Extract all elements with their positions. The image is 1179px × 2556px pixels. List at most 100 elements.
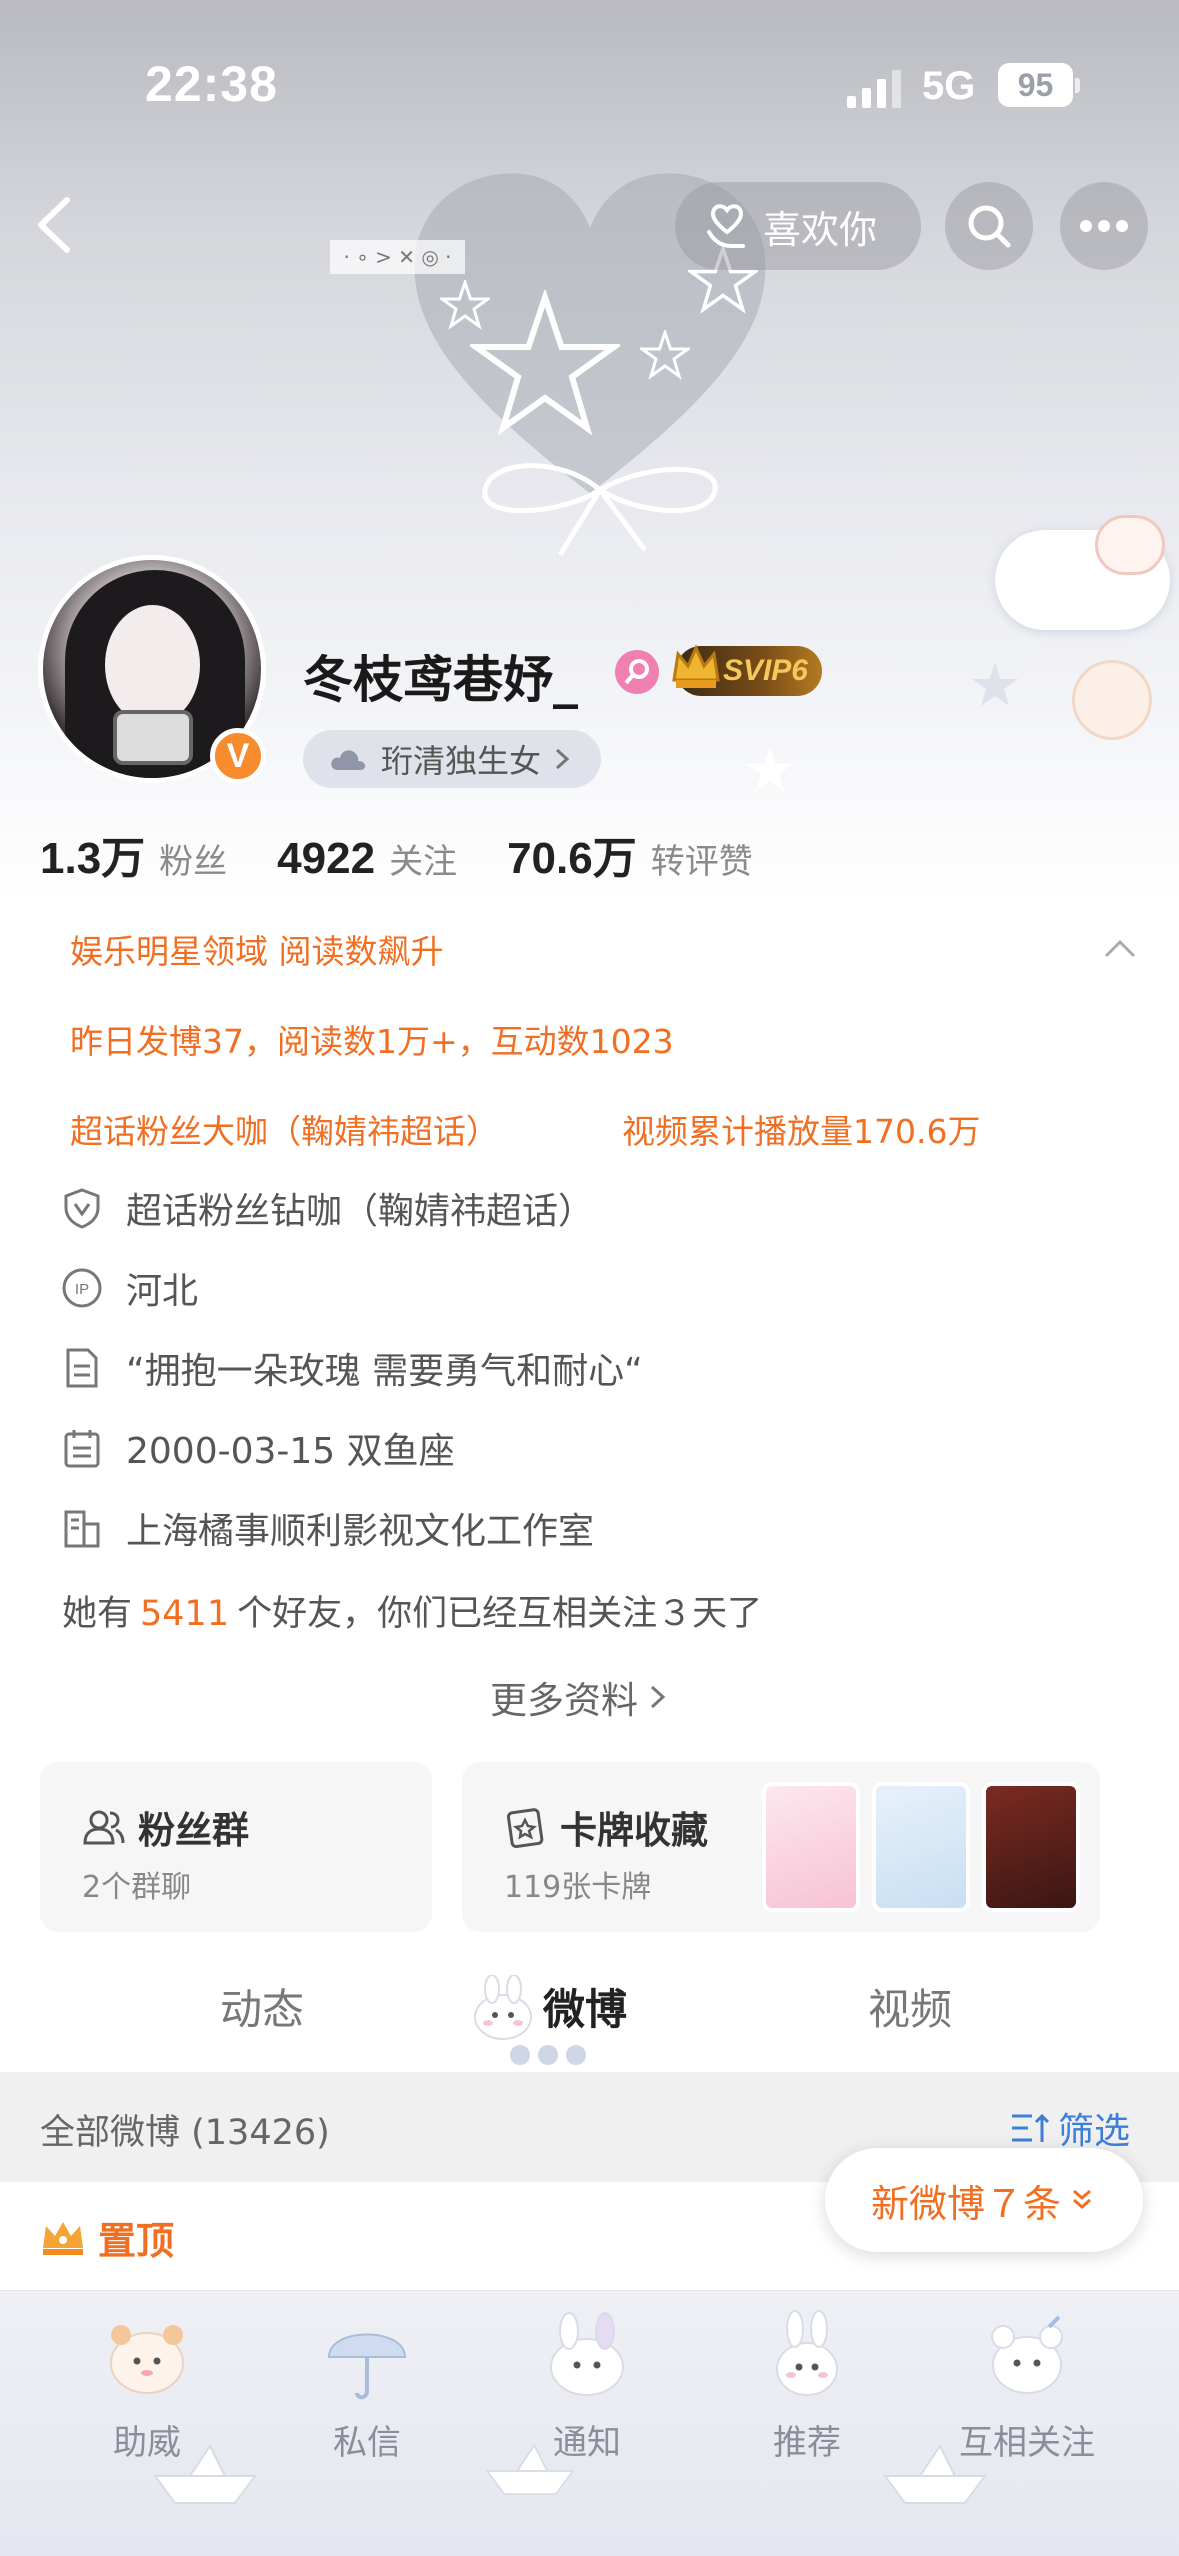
fan-group-card[interactable]: 粉丝群 2个群聊 — [40, 1762, 432, 1932]
nav-label: 私信 — [333, 2423, 401, 2463]
avatar-face — [105, 605, 200, 725]
tab-weibo[interactable]: 微博 — [543, 1976, 627, 2037]
status-time: 22:38 — [145, 56, 278, 112]
search-icon — [968, 205, 1011, 248]
bunny-mascot-icon — [550, 2312, 624, 2396]
signal-icon — [847, 70, 901, 108]
people-icon — [83, 1810, 125, 1845]
stat-fans[interactable]: 1.3万 粉丝 — [40, 822, 227, 886]
chevron-right-icon — [556, 748, 570, 770]
stat-label: 粉丝 — [159, 842, 228, 882]
more-button[interactable] — [1060, 182, 1148, 270]
building-icon — [64, 1510, 100, 1548]
friends-prefix: 她有 — [62, 1594, 133, 1634]
pinned-section: 置顶 — [40, 2210, 174, 2265]
female-gender-icon — [615, 650, 659, 694]
star-decoration — [440, 280, 490, 330]
filter-label: 筛选 — [1058, 2111, 1131, 2152]
friends-count[interactable]: 5411 — [140, 1594, 229, 1634]
new-posts-label: 新微博７条 — [870, 2181, 1061, 2226]
ip-location-icon: IP — [62, 1268, 102, 1308]
stat-number: 1.3万 — [40, 834, 146, 883]
stat-label: 关注 — [389, 842, 458, 882]
info-ip-text: 河北 — [126, 1271, 199, 1312]
profile-tag-label: 珩清独生女 — [381, 742, 542, 780]
bottom-navigation: 助威 私信 通知 推荐 互相关注 — [0, 2290, 1179, 2556]
tab-dynamic[interactable]: 动态 — [220, 1976, 304, 2037]
nav-label: 助威 — [113, 2423, 181, 2463]
chevron-right-icon — [650, 1685, 666, 1709]
umbrella-mascot-icon — [327, 2333, 407, 2400]
card-collection-card[interactable]: 卡牌收藏 119张卡牌 — [462, 1762, 1100, 1932]
card-thumbnail[interactable] — [982, 1782, 1080, 1912]
new-posts-button[interactable]: 新微博７条 — [825, 2148, 1143, 2252]
nav-cheer[interactable]: 助威 — [62, 2307, 232, 2464]
pinned-label: 置顶 — [98, 2219, 175, 2263]
hamster-sticker — [1072, 660, 1152, 740]
nav-mutual-follow[interactable]: 互相关注 — [942, 2307, 1112, 2464]
chevron-up-icon — [1104, 939, 1136, 958]
fan-group-label: 粉丝群 — [138, 1809, 249, 1852]
info-bio: “拥抱一朵玫瑰 需要勇气和耐心“ — [60, 1342, 643, 1394]
svip-label: SVIP6 — [722, 654, 808, 687]
tab-indicator — [510, 2045, 586, 2065]
back-button[interactable] — [25, 190, 85, 260]
tab-video[interactable]: 视频 — [868, 1976, 952, 2037]
info-bio-text: “拥抱一朵玫瑰 需要勇气和耐心“ — [126, 1351, 643, 1392]
all-weibo-count[interactable]: 全部微博 (13426) — [40, 2104, 330, 2155]
nav-recommend[interactable]: 推荐 — [722, 2307, 892, 2464]
stat-following[interactable]: 4922 关注 — [277, 834, 457, 884]
profile-tag[interactable]: 珩清独生女 — [303, 730, 602, 788]
calendar-icon — [64, 1430, 100, 1468]
chevron-left-icon — [38, 197, 70, 253]
svip-badge[interactable]: SVIP6 — [672, 644, 822, 696]
status-bar: 22:38 5G 95 — [0, 0, 1179, 160]
collapse-button[interactable] — [1100, 928, 1140, 968]
ribbon-decoration — [482, 463, 718, 557]
info-company: 上海橘事顺利影视文化工作室 — [60, 1502, 594, 1554]
filter-icon — [1012, 2113, 1050, 2142]
star-decoration — [470, 290, 620, 436]
crown-icon — [672, 644, 720, 688]
like-you-button[interactable]: 喜欢你 — [675, 182, 921, 270]
super-fan-highlight: 超话粉丝大咖（鞠婧祎超话） — [70, 1112, 499, 1151]
stat-interactions[interactable]: 70.6万 转评赞 — [507, 822, 753, 886]
avatar-camera — [113, 710, 193, 765]
info-diamond-fan: 超话粉丝钻咖（鞠婧祎超话） — [60, 1182, 594, 1234]
card-thumbnail[interactable] — [872, 1782, 970, 1912]
svg-text:IP: IP — [75, 1281, 89, 1298]
username: 冬枝鸢巷妤_ — [303, 651, 578, 709]
card-collection-title: 卡牌收藏 — [504, 1800, 708, 1854]
bunny-sticker — [1095, 515, 1165, 575]
info-birthday: 2000-03-15 双鱼座 — [60, 1422, 455, 1474]
domain-highlight: 娱乐明星领域 阅读数飙升 — [70, 932, 444, 971]
fan-group-title: 粉丝群 — [82, 1800, 249, 1854]
more-info-link[interactable]: 更多资料 — [490, 1670, 670, 1724]
nav-label: 推荐 — [773, 2423, 841, 2463]
emoticon-label: · ∘ > ✕ ◎ · — [330, 240, 465, 274]
star-decoration — [640, 330, 690, 380]
search-button[interactable] — [945, 182, 1033, 270]
card-star-icon — [506, 1808, 544, 1849]
document-icon — [66, 1348, 98, 1388]
nav-messages[interactable]: 私信 — [282, 2307, 452, 2464]
filter-button[interactable]: 筛选 — [1008, 2102, 1130, 2154]
nav-notifications[interactable]: 通知 — [502, 2307, 672, 2464]
card-thumbnail[interactable] — [762, 1782, 860, 1912]
friends-suffix: 个好友，你们已经互相关注３天了 — [237, 1594, 763, 1634]
fan-group-sub: 2个群聊 — [82, 1870, 192, 1905]
info-ip: IP 河北 — [60, 1262, 198, 1314]
stat-number: 70.6万 — [507, 834, 637, 883]
card-collection-label: 卡牌收藏 — [560, 1809, 708, 1852]
battery-tip — [1075, 78, 1080, 93]
hamster-mascot-icon — [110, 2325, 184, 2394]
profile-tabs: 动态 微博 视频 — [0, 1950, 1179, 2070]
star-decoration — [972, 662, 1018, 706]
like-you-label: 喜欢你 — [763, 207, 878, 252]
nav-label: 互相关注 — [959, 2423, 1095, 2463]
bear-mascot-icon — [991, 2315, 1063, 2394]
network-type: 5G — [922, 64, 976, 108]
more-dots-icon — [1080, 220, 1128, 232]
card-collection-sub: 119张卡牌 — [504, 1870, 652, 1905]
hand-heart-icon — [707, 204, 745, 248]
